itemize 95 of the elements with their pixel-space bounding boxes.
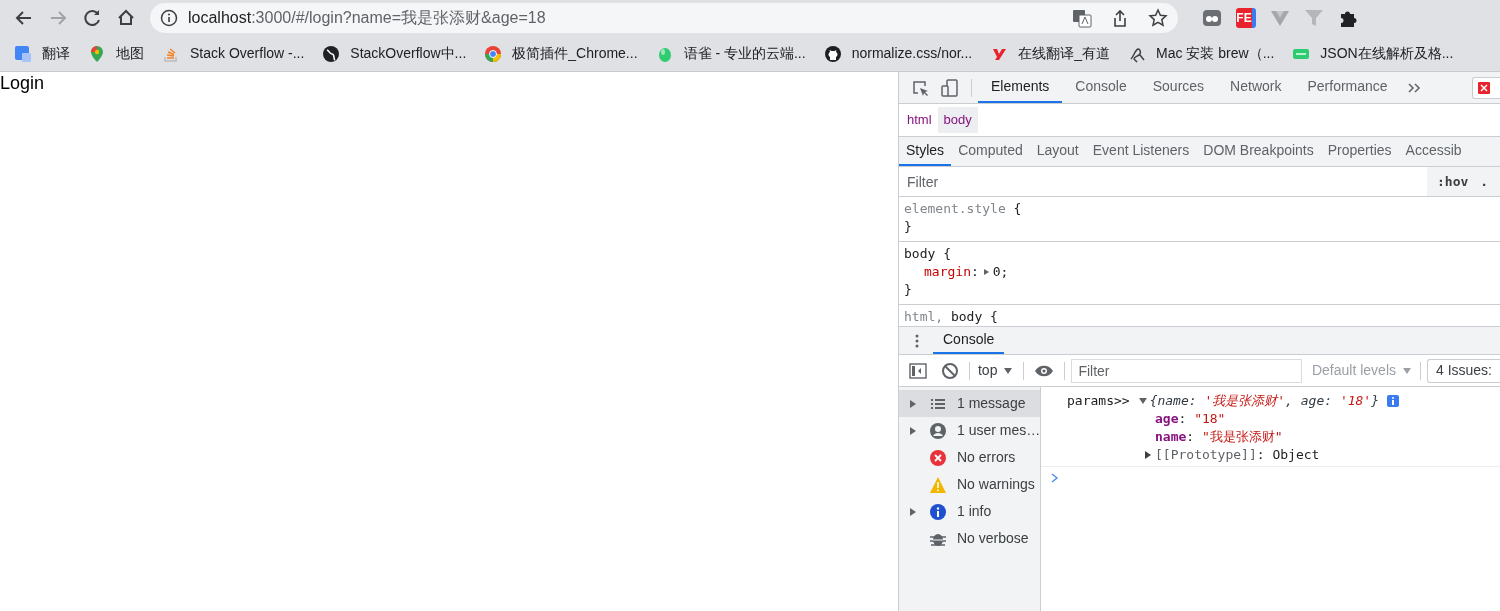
console-sidebar-item[interactable]: No errors (899, 444, 1040, 471)
styles-pane-tab[interactable]: Layout (1029, 137, 1086, 166)
eye-icon[interactable] (1034, 363, 1055, 378)
styles-pane-tab[interactable]: DOM Breakpoints (1196, 137, 1321, 166)
code-text: : (970, 263, 979, 281)
clear-icon[interactable] (941, 361, 959, 380)
styles-pane-tab[interactable]: Accessib (1398, 137, 1469, 166)
code-text: body { (904, 245, 951, 263)
console-sidebar-item[interactable]: 1 user mes… (899, 417, 1040, 444)
bookmark-item[interactable]: 极简插件_Chrome... (484, 43, 638, 64)
breadcrumb[interactable]: body (937, 107, 978, 133)
devtools-tab[interactable]: Sources (1139, 72, 1218, 103)
code-text: : (1186, 428, 1196, 446)
expand-arrow-icon[interactable] (909, 506, 917, 517)
url-path: :3000/#/login?name=我是张添财&age=18 (251, 8, 546, 28)
devtools-tab[interactable]: Network (1217, 72, 1295, 103)
expand-triangle-icon[interactable] (1137, 396, 1148, 406)
breadcrumb[interactable]: html (901, 107, 938, 133)
console-sidebar-item[interactable]: 1 info (899, 498, 1040, 525)
translate-icon[interactable] (1072, 8, 1092, 28)
expand-arrow-icon[interactable] (909, 398, 917, 409)
error-icon (1477, 80, 1491, 95)
translate-icon (14, 44, 32, 63)
code-text: : (1178, 410, 1188, 428)
sidebar-toggle-icon[interactable] (909, 361, 927, 380)
code-text: 0; (992, 263, 1009, 281)
bookmark-item[interactable]: 语雀 - 专业的云端... (655, 43, 806, 64)
dropdown-caret-icon (1402, 365, 1412, 376)
code-text: "我是张添财" (1201, 428, 1283, 446)
dropdown-caret-icon (1003, 365, 1014, 376)
map-pin-icon (88, 44, 106, 63)
devtools-tab[interactable]: Performance (1294, 72, 1401, 103)
more-tabs-icon[interactable] (1406, 80, 1421, 95)
bookmark-item[interactable]: 在线翻译_有道 (990, 43, 1111, 64)
class-toggle[interactable]: . (1480, 171, 1489, 192)
inspect-icon[interactable] (911, 78, 929, 97)
styles-pane-tab[interactable]: Styles (899, 137, 952, 166)
code-text: html, (904, 308, 944, 326)
info-icon (929, 502, 947, 521)
error-badge[interactable] (1472, 76, 1500, 99)
styles-pane-tab[interactable]: Properties (1320, 137, 1399, 166)
code-text: } (1371, 392, 1379, 410)
code-text: , age: (1285, 392, 1334, 410)
styles-pane-tab[interactable]: Computed (951, 137, 1030, 166)
code-text: element.style (904, 200, 1006, 218)
bookmark-item[interactable]: JSON在线解析及格... (1292, 43, 1454, 64)
bookmark-item[interactable]: 翻译 (14, 43, 70, 64)
warning-icon (929, 475, 947, 494)
code-text: {name: (1149, 392, 1198, 410)
info-icon[interactable] (160, 9, 178, 27)
bookmark-item[interactable]: Stack Overflow -... (162, 43, 305, 64)
drawer-tab[interactable]: Console (933, 327, 1005, 354)
code-text: : Object (1256, 446, 1320, 464)
cat-logo-icon (823, 44, 842, 63)
devtools-tab[interactable]: Elements (978, 72, 1063, 103)
code-text: [[Prototype]] (1155, 446, 1257, 464)
code-text: { (1012, 200, 1022, 218)
page-text: Login (0, 72, 45, 94)
user-icon (929, 421, 947, 440)
bookmark-item[interactable]: Mac 安装 brew（... (1128, 43, 1275, 64)
url-host: localhost (188, 8, 252, 28)
code-text: margin (924, 263, 971, 281)
code-text: } (904, 218, 912, 236)
console-sidebar-item[interactable]: No warnings (899, 471, 1040, 498)
issues-button[interactable]: 4 Issues: (1426, 358, 1500, 383)
device-icon[interactable] (941, 78, 959, 97)
circle-logo-icon (484, 44, 503, 63)
bookmark-item[interactable]: 地图 (88, 43, 144, 64)
styles-pane-tab[interactable]: Event Listeners (1085, 137, 1197, 166)
context-dropdown[interactable]: top (977, 360, 1014, 381)
code-text: } (904, 281, 912, 299)
code-text: body { (949, 308, 998, 326)
console-sidebar-item[interactable]: No verbose (899, 525, 1040, 552)
log-prefix: params>> (1067, 392, 1130, 410)
address-bar[interactable]: localhost:3000/#/login?name=我是张添财&age=18 (150, 3, 1178, 33)
code-text: age (1155, 410, 1179, 428)
globe-icon (322, 44, 341, 63)
devtools-tab[interactable]: Console (1062, 72, 1140, 103)
code-text: name (1155, 428, 1187, 446)
prompt-icon[interactable] (1051, 473, 1059, 483)
code-text: '我是张添财' (1204, 392, 1286, 410)
code-text: "18" (1194, 410, 1226, 428)
extension-icon[interactable] (1202, 8, 1222, 28)
bookmark-item[interactable]: normalize.css/nor... (823, 43, 973, 64)
expand-arrow-icon[interactable] (909, 425, 917, 436)
hover-state-toggle[interactable]: :hov (1437, 171, 1469, 192)
console-filter-field[interactable]: Filter (1071, 358, 1302, 383)
error-icon (929, 448, 947, 467)
console-sidebar-item[interactable]: 1 message (899, 390, 1040, 417)
expand-triangle-icon[interactable] (1143, 450, 1153, 460)
code-text: '18' (1339, 392, 1372, 410)
extension-icon[interactable]: FE (1236, 8, 1256, 28)
star-icon[interactable] (1148, 8, 1168, 28)
bookmark-item[interactable]: StackOverflow中... (322, 43, 467, 64)
info-badge-icon[interactable] (1387, 395, 1399, 407)
